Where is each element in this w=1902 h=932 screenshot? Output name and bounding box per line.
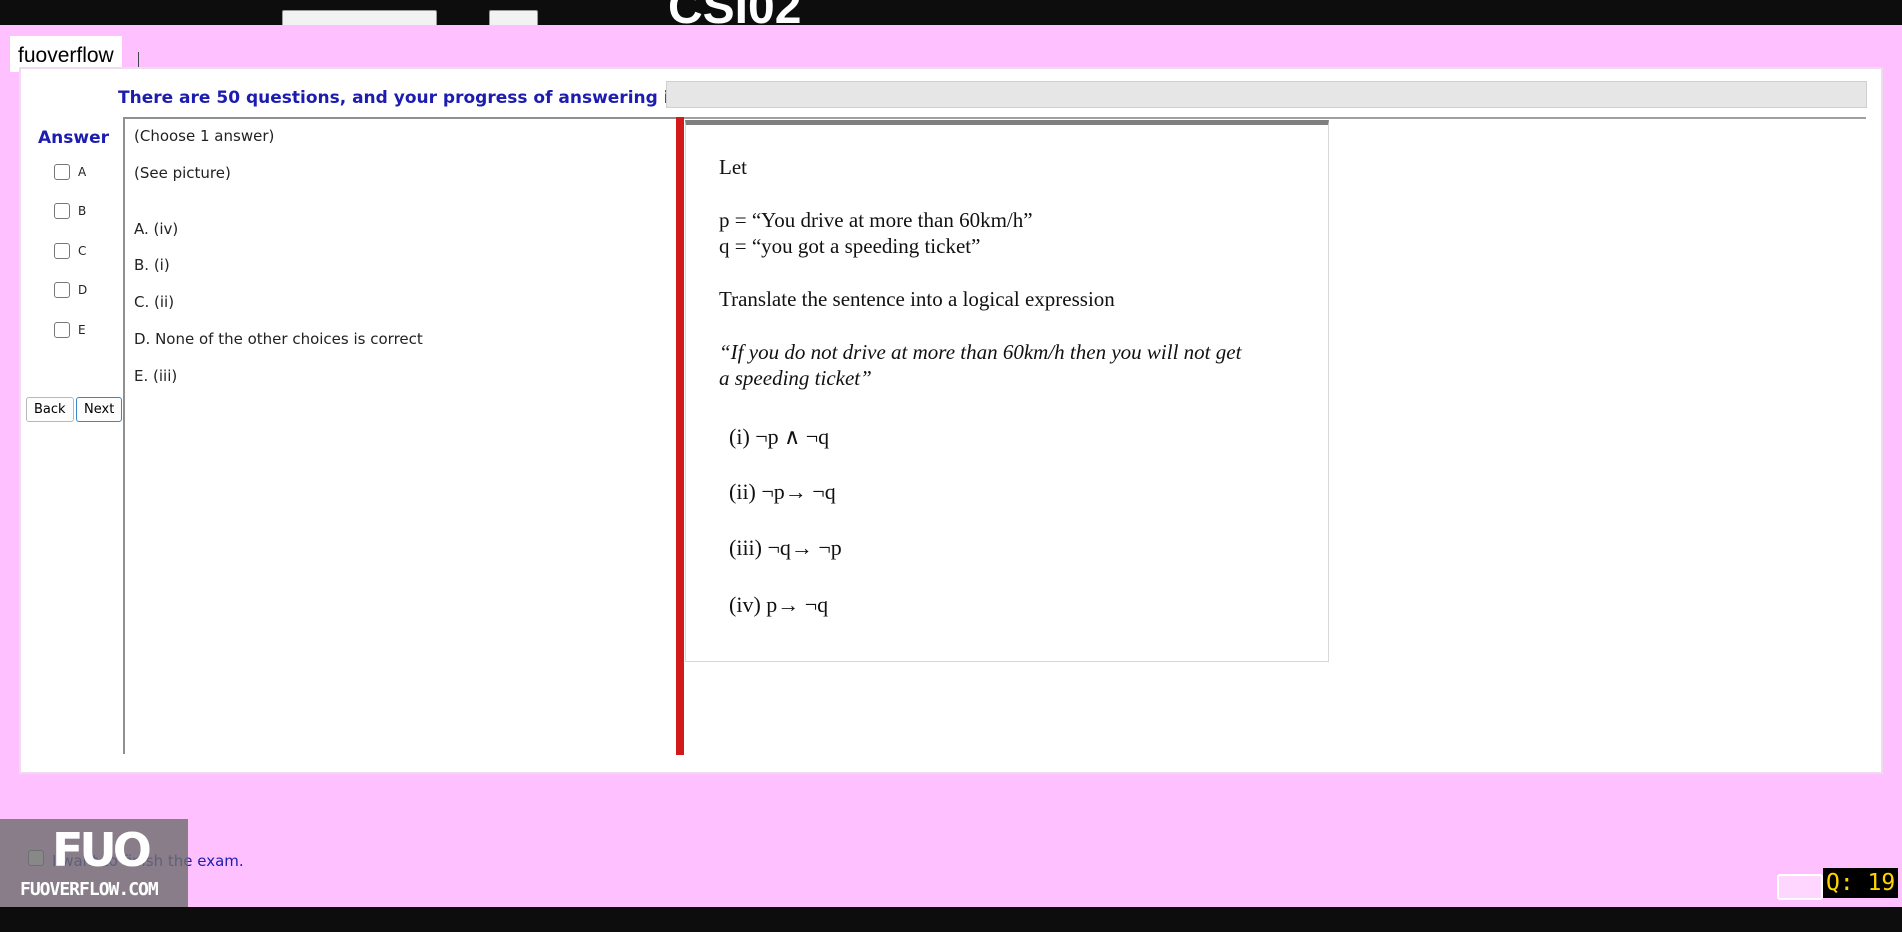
checkbox-b[interactable]: [54, 203, 70, 219]
text-caret: [138, 52, 139, 68]
exam-code: CSI02: [668, 0, 801, 25]
question-instruction: (Choose 1 answer): [134, 127, 275, 145]
picture-intro: Let: [719, 155, 747, 179]
question-text-pane: [123, 117, 676, 754]
picture-p-definition: p = “You drive at more than 60km/h”: [719, 208, 1033, 232]
top-bar: CSI02: [0, 0, 1902, 25]
answer-option-d[interactable]: D: [54, 281, 87, 299]
picture-option-i: (i) ¬p ∧ ¬q: [729, 424, 830, 449]
answer-option-e-label: E: [78, 323, 86, 337]
question-jump-input[interactable]: [1777, 874, 1823, 900]
question-picture: [685, 120, 1329, 662]
answer-option-d-label: D: [78, 283, 88, 297]
answer-heading: Answer: [38, 128, 109, 148]
checkbox-a[interactable]: [54, 164, 70, 180]
answer-option-a[interactable]: A: [54, 163, 86, 181]
choice-d: D. None of the other choices is correct: [134, 330, 423, 348]
picture-sentence-line2: a speeding ticket”: [719, 366, 872, 390]
question-see-picture: (See picture): [134, 164, 231, 182]
progress-bar: [666, 81, 1867, 108]
choice-c: C. (ii): [134, 293, 175, 311]
answer-option-b[interactable]: B: [54, 202, 86, 220]
bottom-bar: [0, 907, 1902, 932]
answer-option-e[interactable]: E: [54, 321, 86, 339]
choice-b: B. (i): [134, 256, 170, 274]
answer-option-c[interactable]: C: [54, 242, 86, 260]
picture-option-ii: (ii) ¬p→ ¬q: [729, 479, 836, 504]
top-control-input[interactable]: [282, 10, 437, 25]
question-counter: Q: 19: [1823, 868, 1899, 898]
choice-e: E. (iii): [134, 367, 178, 385]
picture-option-iv: (iv) p→ ¬q: [729, 592, 829, 617]
answer-option-a-label: A: [78, 165, 87, 179]
top-control-button[interactable]: [489, 10, 538, 25]
logo-mark: FUO: [52, 823, 152, 877]
back-button[interactable]: Back: [26, 397, 74, 422]
checkbox-e[interactable]: [54, 322, 70, 338]
checkbox-d[interactable]: [54, 282, 70, 298]
picture-option-iii: (iii) ¬q→ ¬p: [729, 535, 842, 560]
watermark-logo: FUO FUOVERFLOW.COM: [0, 819, 188, 907]
picture-q-definition: q = “you got a speeding ticket”: [719, 234, 981, 258]
next-button[interactable]: Next: [76, 397, 123, 422]
choice-a: A. (iv): [134, 220, 179, 238]
progress-label: There are 50 questions, and your progres…: [118, 88, 680, 108]
picture-prompt: Translate the sentence into a logical ex…: [719, 287, 1115, 311]
answer-option-b-label: B: [78, 204, 87, 218]
picture-sentence-line1: “If you do not drive at more than 60km/h…: [719, 340, 1242, 364]
pane-resize-handle[interactable]: [676, 117, 684, 755]
logo-site: FUOVERFLOW.COM: [20, 879, 159, 900]
checkbox-c[interactable]: [54, 243, 70, 259]
answer-option-c-label: C: [78, 244, 87, 258]
